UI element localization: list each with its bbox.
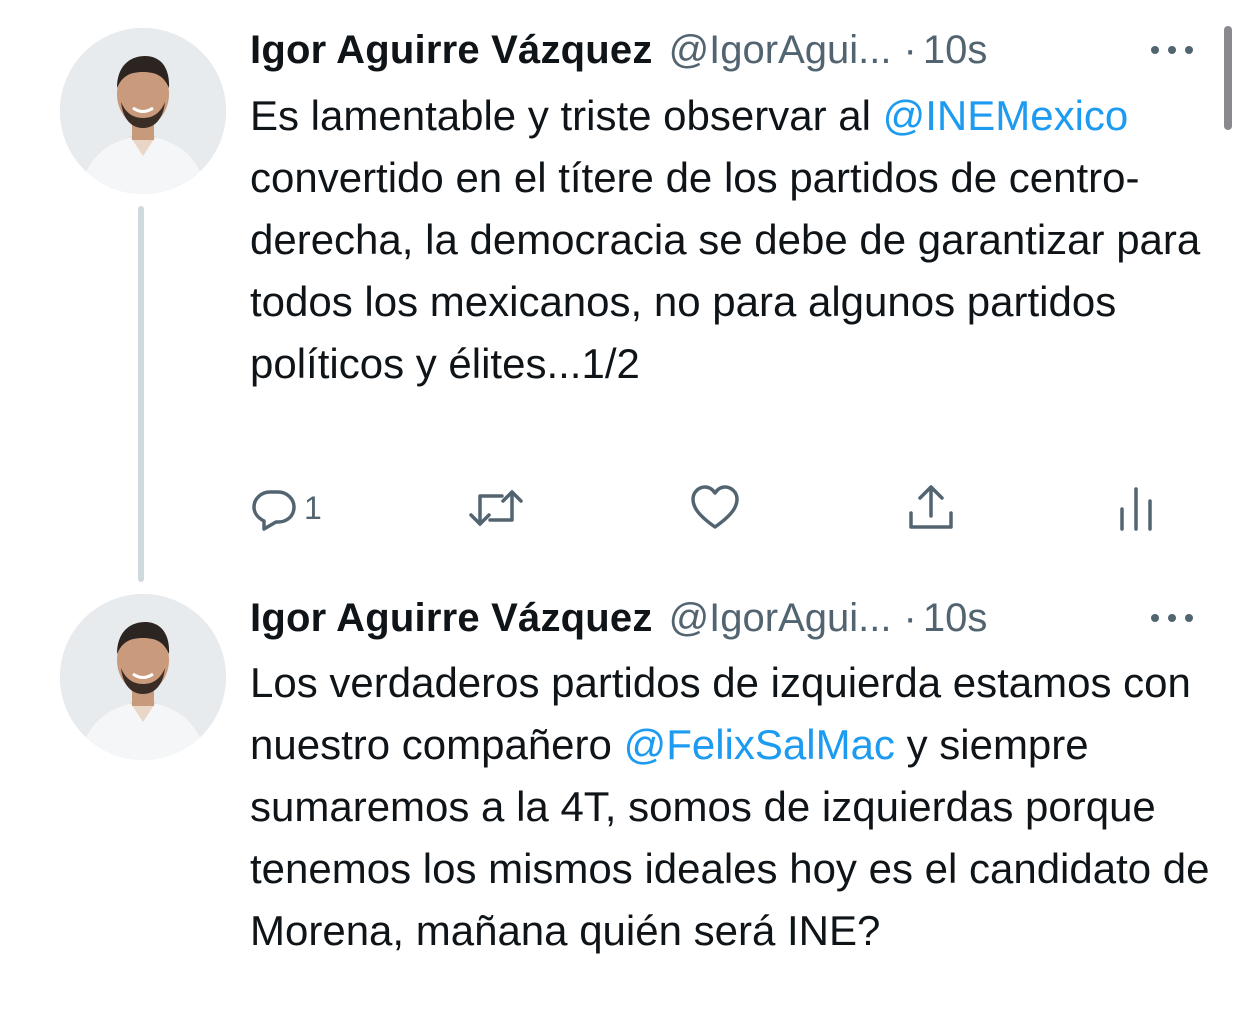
tweet-text: Es lamentable y triste observar al @INEM… xyxy=(250,85,1210,395)
reply-count: 1 xyxy=(304,489,322,526)
tweet[interactable]: Igor Aguirre Vázquez @IgorAgui... · 10s … xyxy=(0,590,1242,1034)
retweet-button[interactable] xyxy=(468,478,524,538)
more-options-icon[interactable] xyxy=(1142,592,1202,644)
thread-line xyxy=(138,206,144,582)
timestamp[interactable]: 10s xyxy=(923,24,988,76)
reply-button[interactable]: 1 xyxy=(250,478,322,538)
retweet-icon xyxy=(468,484,524,532)
mention-link[interactable]: @INEMexico xyxy=(883,92,1129,139)
author-name[interactable]: Igor Aguirre Vázquez xyxy=(250,24,653,76)
separator-dot: · xyxy=(903,28,917,72)
reply-icon xyxy=(250,484,298,532)
analytics-icon xyxy=(1116,483,1156,533)
author-name[interactable]: Igor Aguirre Vázquez xyxy=(250,592,653,644)
scrollbar[interactable] xyxy=(1224,26,1232,130)
timestamp[interactable]: 10s xyxy=(923,592,988,644)
tweet-header: Igor Aguirre Vázquez @IgorAgui... · 10s xyxy=(250,592,1202,644)
author-handle[interactable]: @IgorAgui... xyxy=(669,24,892,76)
share-button[interactable] xyxy=(906,478,956,538)
like-button[interactable] xyxy=(690,478,740,538)
avatar[interactable] xyxy=(60,28,226,194)
tweet-actions: 1 xyxy=(250,478,1170,538)
tweet-text-part: convertido en el títere de los partidos … xyxy=(250,154,1201,387)
analytics-button[interactable] xyxy=(1116,478,1156,538)
tweet-header: Igor Aguirre Vázquez @IgorAgui... · 10s xyxy=(250,24,1202,76)
share-icon xyxy=(906,483,956,533)
avatar[interactable] xyxy=(60,594,226,760)
tweet[interactable]: Igor Aguirre Vázquez @IgorAgui... · 10s … xyxy=(0,0,1242,590)
author-handle[interactable]: @IgorAgui... xyxy=(669,592,892,644)
tweet-text-part: Es lamentable y triste observar al xyxy=(250,92,883,139)
tweet-text: Los verdaderos partidos de izquierda est… xyxy=(250,652,1210,962)
separator-dot: · xyxy=(903,596,917,640)
heart-icon xyxy=(690,484,740,532)
more-options-icon[interactable] xyxy=(1142,24,1202,76)
mention-link[interactable]: @FelixSalMac xyxy=(624,721,895,768)
